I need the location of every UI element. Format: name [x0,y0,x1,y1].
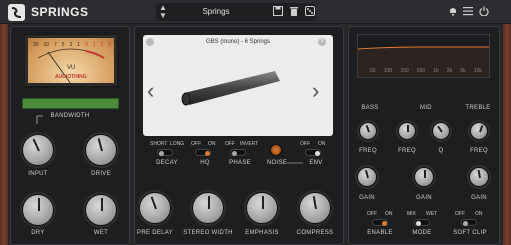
phase-opt-off: OFF [225,141,235,147]
power-icon[interactable] [478,6,489,17]
mid-q-label: Q [438,148,444,154]
decay-toggle[interactable] [157,149,173,156]
eq-freq-axis: 50 100 200 500 1k 2k 5k 10k [370,68,482,74]
menu-icon[interactable] [462,6,473,17]
vu-label: VU [67,65,76,71]
input-knob[interactable] [22,134,54,166]
next-spring-icon[interactable]: › [312,80,319,102]
treble-label: TREBLE [465,105,491,111]
compress-knob[interactable] [299,192,331,224]
random-dice-icon[interactable] [304,6,315,17]
mode-opt-mix: MIX [407,211,416,217]
prev-spring-icon[interactable]: ‹ [147,80,154,102]
treble-gain-label: GAIN [471,195,487,201]
wood-side-right [503,24,511,245]
mid-freq-label: FREQ [398,148,416,154]
plugin-window: SPRINGS ▲ ▼ Springs 20 10 7 5 3 1 0 1 2 … [0,0,511,245]
stereo-width-knob[interactable] [192,192,224,224]
trash-icon[interactable] [288,6,299,17]
input-label: INPUT [28,171,48,177]
mid-freq-knob[interactable] [398,122,416,140]
wood-side-left [0,24,8,245]
bass-freq-knob[interactable] [359,122,377,140]
mode-label: MODE [412,230,432,236]
emphasis-knob[interactable] [246,192,278,224]
decay-opt-short: SHORT [150,141,168,147]
enable-opt-off: OFF [367,211,377,217]
env-opt-on: ON [318,141,326,147]
phase-toggle[interactable] [230,149,246,156]
noise-knob[interactable] [270,144,282,156]
vu-brand: AUDIOTHING [55,74,87,80]
mode-opt-wet: WET [426,211,438,217]
env-opt-off: OFF [300,141,310,147]
enable-label: ENABLE [367,230,393,236]
compress-label: COMPRESS [296,230,334,236]
spring-tank-image [181,71,280,106]
dry-knob[interactable] [22,194,54,226]
softclip-toggle[interactable] [461,219,477,226]
mode-toggle[interactable] [414,219,430,226]
eq-graph: 50 100 200 500 1k 2k 5k 10k [357,34,490,78]
softclip-opt-on: ON [475,211,483,217]
drive-knob[interactable] [85,134,117,166]
vu-scale: 20 10 7 5 3 1 0 1 2 3 [33,42,111,48]
treble-freq-label: FREQ [470,148,488,154]
env-toggle[interactable] [305,149,321,156]
enable-toggle[interactable] [372,219,388,226]
hq-opt-on: ON [208,141,216,147]
bass-label: BASS [361,105,379,111]
help-icon[interactable]: ? [318,38,326,46]
mid-gain-label: GAIN [416,195,432,201]
pre-delay-label: PRE DELAY [137,230,173,236]
top-bar: SPRINGS ▲ ▼ Springs [0,0,511,24]
phase-label: PHASE [229,160,251,166]
decay-label: DECAY [156,160,178,166]
treble-gain-knob[interactable] [469,167,489,187]
softclip-opt-off: OFF [455,211,465,217]
preset-name[interactable]: Springs [170,7,262,16]
treble-freq-knob[interactable] [470,122,488,140]
bass-gain-knob[interactable] [357,167,377,187]
stereo-width-label: STEREO WIDTH [183,230,233,236]
save-icon[interactable] [272,6,283,17]
phase-opt-invert: INVERT [240,141,259,147]
mid-gain-knob[interactable] [414,167,434,187]
vu-meter: 20 10 7 5 3 1 0 1 2 3 VU AUDIOTHING [23,33,119,88]
mid-label: MID [420,105,432,111]
enable-opt-on: ON [385,211,393,217]
wet-knob[interactable] [85,194,117,226]
hq-label: HQ [200,160,210,166]
mid-q-knob[interactable] [432,122,450,140]
bell-icon[interactable] [447,6,458,17]
pre-delay-knob[interactable] [139,192,171,224]
preset-prev-next-icon[interactable]: ▲ ▼ [159,4,167,20]
bass-freq-label: FREQ [359,148,377,154]
wet-label: WET [93,230,109,236]
hq-opt-off: OFF [191,141,201,147]
settings-icon[interactable] [146,38,154,46]
emphasis-label: EMPHASIS [245,230,279,236]
env-label: ENV [309,160,323,166]
hq-toggle[interactable] [195,149,211,156]
app-title: SPRINGS [31,5,89,19]
bandwidth-led [22,98,119,109]
bass-gain-label: GAIN [359,195,375,201]
softclip-label: SOFT CLIP [453,230,487,236]
spring-model-name[interactable]: GBS (mono) - 6 Springs [143,39,333,45]
decay-opt-long: LONG [170,141,185,147]
app-logo [8,4,25,21]
dry-label: DRY [31,230,45,236]
drive-label: DRIVE [91,171,111,177]
